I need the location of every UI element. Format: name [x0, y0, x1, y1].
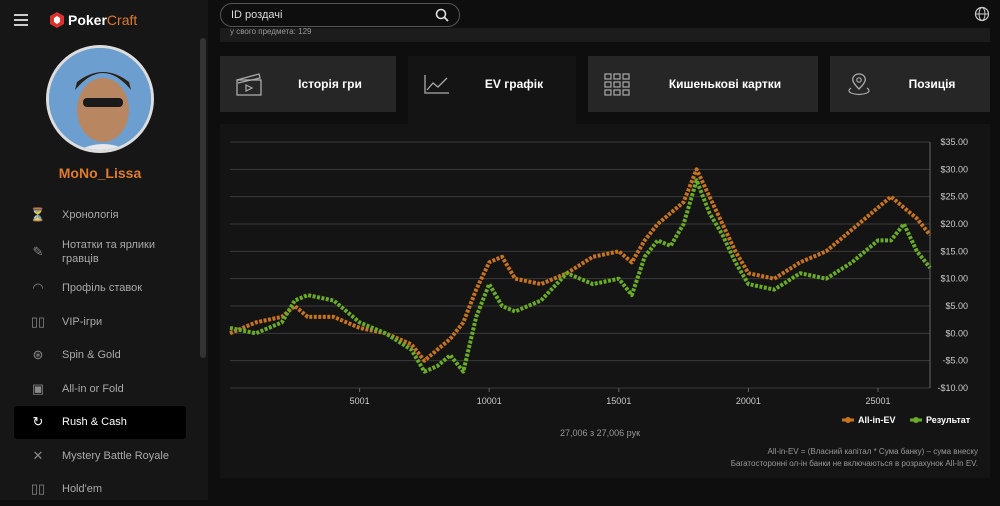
y-tick-label: $25.00 — [940, 192, 968, 202]
spin-icon: ⊛ — [28, 345, 48, 365]
brand-poker: Poker — [68, 12, 107, 28]
search-input[interactable] — [231, 9, 435, 21]
x-tick-label: 25001 — [866, 396, 891, 406]
x-tick-label: 15001 — [606, 396, 631, 406]
username: MoNo_Lissa — [0, 165, 200, 181]
tab-label: Історія гри — [264, 77, 396, 91]
sidebar-item-label: Hold'em — [62, 482, 102, 496]
notes-icon: ✎ — [28, 242, 48, 262]
ev-chart-panel: 5001 10001 15001 20001 25001 $35.00 $30.00 $25… — [220, 124, 990, 478]
grid-icon — [602, 71, 632, 97]
sidebar-item-spin-gold[interactable]: ⊛ Spin & Gold — [14, 339, 186, 373]
y-tick-label: $0.00 — [945, 328, 968, 338]
y-axis: $35.00 $30.00 $25.00 $20.00 $15.00 $10.00 $5.0… — [930, 137, 968, 393]
sidebar-item-notes[interactable]: ✎ Нотатки та ярлики гравців — [14, 232, 186, 272]
search-icon[interactable] — [435, 8, 449, 22]
x-tick-label: 10001 — [477, 396, 502, 406]
ev-formula-note: All-in-EV = (Власний капітал * Сума банк… — [768, 447, 978, 456]
sidebar-header: PokerCraft — [0, 0, 208, 40]
main-area: у свого предмета: 129 Історія гри EV гра… — [208, 0, 1000, 500]
globe-icon[interactable] — [974, 6, 990, 22]
sidebar-item-label: Rush & Cash — [62, 415, 127, 429]
chart-legend: All-in-EV Результат — [842, 415, 971, 425]
sidebar-nav: ⏳ Хронологія ✎ Нотатки та ярлики гравців… — [14, 198, 186, 506]
clapperboard-icon — [234, 71, 264, 97]
tab-game-history[interactable]: Історія гри — [220, 56, 396, 112]
multiway-note: Багатосторонні ол-ін банки не включаютьс… — [731, 459, 978, 468]
sidebar-item-rush-cash[interactable]: ↻ Rush & Cash — [14, 406, 186, 440]
vip-cards-icon: ▯▯ — [28, 312, 48, 332]
y-tick-label: $35.00 — [940, 137, 968, 147]
sidebar-item-label: Spin & Gold — [62, 348, 121, 362]
mystery-icon: ✕ — [28, 446, 48, 466]
series-line-result — [230, 180, 930, 371]
pokercraft-logo-icon — [50, 12, 64, 28]
ev-chart: 5001 10001 15001 20001 25001 $35.00 $30.00 $25… — [220, 124, 990, 478]
sidebar-item-bet-profile[interactable]: ◠ Профіль ставок — [14, 272, 186, 306]
tab-bar: Історія гри EV графік Кишенькові картки … — [220, 56, 990, 112]
app-logo: PokerCraft — [50, 12, 137, 28]
sidebar-item-mystery[interactable]: ✕ Mystery Battle Royale — [14, 439, 186, 473]
subheader-text: у свого предмета: 129 — [230, 28, 311, 36]
line-chart-icon — [422, 71, 452, 97]
sidebar-item-label: All-in or Fold — [62, 382, 124, 396]
y-tick-label: $5.00 — [945, 301, 968, 311]
tab-label: Позиція — [874, 77, 990, 91]
legend-marker — [845, 417, 851, 423]
y-tick-label: -$5.00 — [942, 356, 968, 366]
sidebar-item-label: Хронологія — [62, 208, 119, 222]
sidebar: PokerCraft MoNo_Lissa ⏳ Хронологія ✎ Нот… — [0, 0, 208, 500]
tab-label: Кишенькові картки — [632, 77, 818, 91]
search-box[interactable] — [220, 3, 460, 27]
sidebar-item-timeline[interactable]: ⏳ Хронологія — [14, 198, 186, 232]
timeline-icon: ⏳ — [28, 205, 48, 225]
chart-series — [230, 169, 930, 371]
tab-ev-chart[interactable]: EV графік — [408, 56, 576, 126]
y-tick-label: -$10.00 — [937, 383, 968, 393]
legend-label: Результат — [926, 415, 971, 425]
sidebar-item-vip[interactable]: ▯▯ VIP-ігри — [14, 305, 186, 339]
y-tick-label: $20.00 — [940, 219, 968, 229]
sidebar-item-label: Mystery Battle Royale — [62, 449, 169, 463]
y-tick-label: $15.00 — [940, 246, 968, 256]
hamburger-menu-icon[interactable] — [14, 14, 28, 26]
sidebar-item-label: Профіль ставок — [62, 281, 142, 295]
avatar[interactable] — [46, 45, 154, 153]
allin-icon: ▣ — [28, 379, 48, 399]
series-line-all-in-ev — [230, 169, 930, 360]
legend-label: All-in-EV — [858, 415, 896, 425]
sidebar-item-label: VIP-ігри — [62, 315, 102, 329]
avatar-image — [49, 48, 154, 153]
rush-icon: ↻ — [28, 412, 48, 432]
y-tick-label: $30.00 — [940, 164, 968, 174]
sidebar-item-label: Нотатки та ярлики гравців — [62, 238, 186, 266]
hand-count: 27,006 з 27,006 рук — [560, 428, 640, 438]
tab-label: EV графік — [452, 77, 576, 91]
sidebar-scrollbar[interactable] — [200, 38, 206, 358]
gauge-icon: ◠ — [28, 278, 48, 298]
subheader-bar: у свого предмета: 129 — [220, 28, 990, 42]
sidebar-item-allin-fold[interactable]: ▣ All-in or Fold — [14, 372, 186, 406]
legend-marker — [913, 417, 919, 423]
y-tick-label: $10.00 — [940, 274, 968, 284]
x-tick-label: 5001 — [350, 396, 370, 406]
sidebar-item-holdem[interactable]: ▯▯ Hold'em — [14, 473, 186, 506]
tab-pocket-cards[interactable]: Кишенькові картки — [588, 56, 818, 112]
x-axis: 5001 10001 15001 20001 25001 — [350, 388, 891, 406]
x-tick-label: 20001 — [736, 396, 761, 406]
location-icon — [844, 71, 874, 97]
holdem-icon: ▯▯ — [28, 479, 48, 499]
brand-craft: Craft — [107, 12, 137, 28]
tab-position[interactable]: Позиція — [830, 56, 990, 112]
